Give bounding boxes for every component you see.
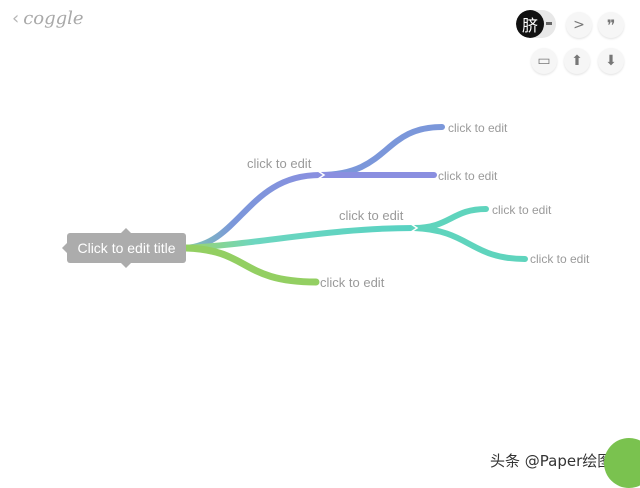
add-node-handle[interactable] xyxy=(121,228,131,233)
node-branch-green[interactable]: click to edit xyxy=(320,275,384,290)
branch-line-blue-child-1[interactable] xyxy=(317,124,445,178)
watermark: 头条 @Paper绘图 xyxy=(490,452,613,470)
root-node-label: Click to edit title xyxy=(77,240,176,256)
add-node-handle[interactable] xyxy=(62,243,67,253)
node-teal-child-1[interactable]: click to edit xyxy=(492,203,551,217)
node-teal-child-2[interactable]: click to edit xyxy=(530,252,589,266)
node-blue-child-2[interactable]: click to edit xyxy=(438,169,497,183)
add-node-handle[interactable] xyxy=(121,263,131,268)
branch-line-teal-child-1[interactable] xyxy=(411,206,489,231)
node-branch-blue[interactable]: click to edit xyxy=(247,156,311,171)
node-branch-teal[interactable]: click to edit xyxy=(339,208,403,223)
branch-line-teal-child-2[interactable] xyxy=(411,225,528,262)
mindmap-root-node[interactable]: Click to edit title xyxy=(62,228,186,268)
node-blue-child-1[interactable]: click to edit xyxy=(448,121,507,135)
branch-line-green[interactable] xyxy=(182,244,320,286)
